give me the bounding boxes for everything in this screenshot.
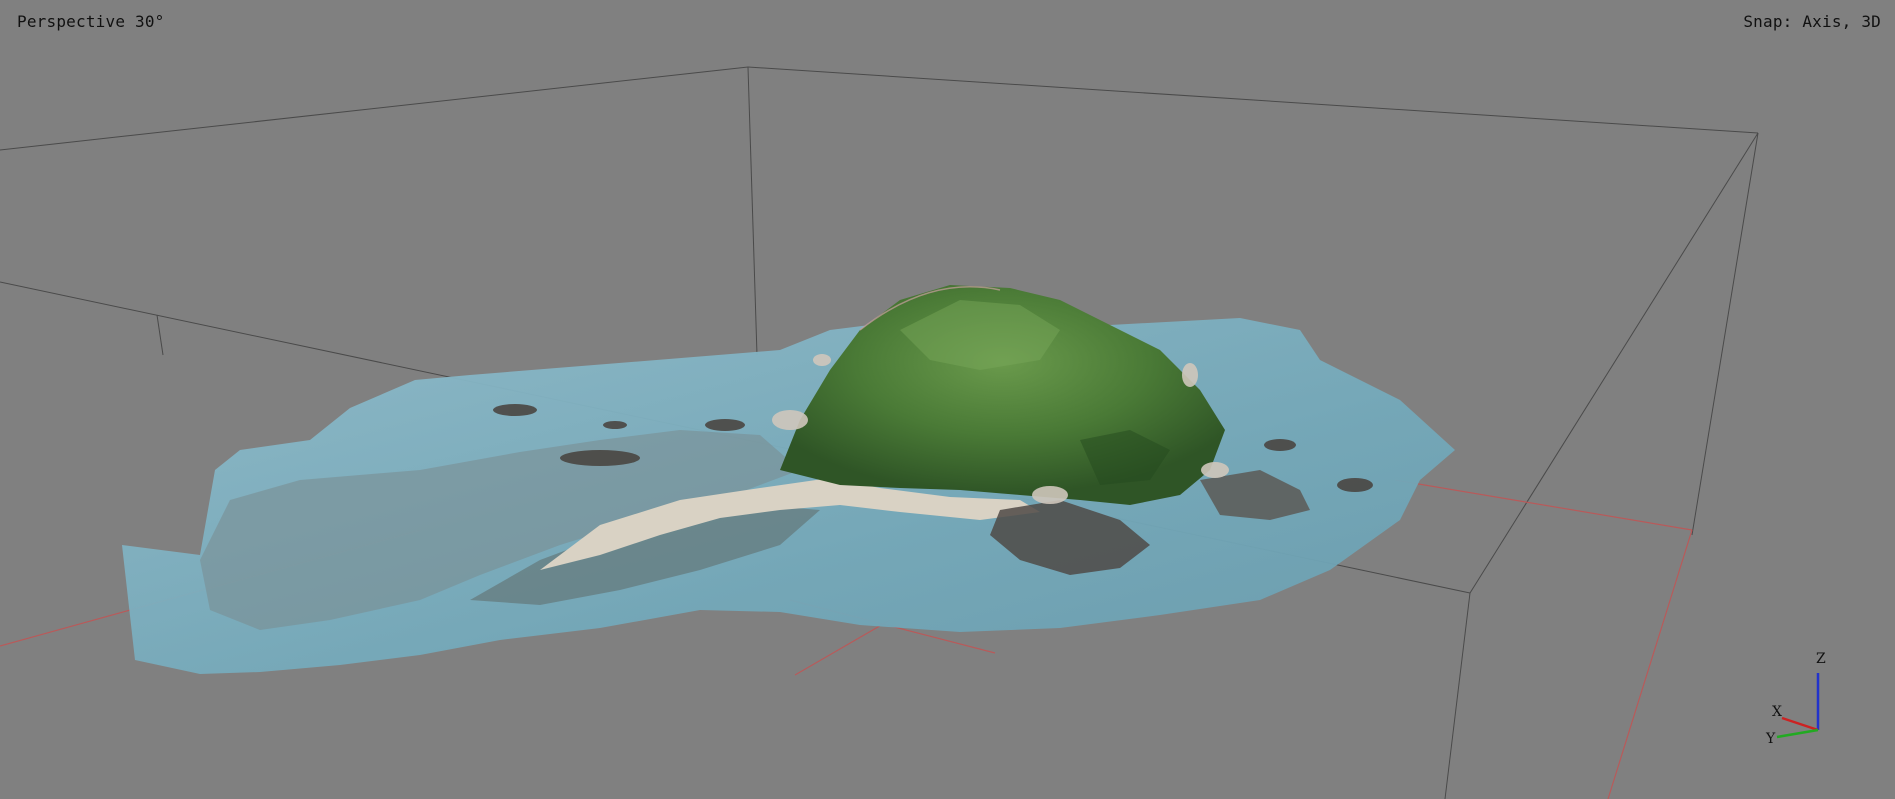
- axis-gizmo[interactable]: Z X Y: [1760, 645, 1830, 745]
- island-mesh[interactable]: [122, 285, 1455, 674]
- y-axis-label: Y: [1765, 731, 1776, 745]
- scene-canvas[interactable]: [0, 0, 1895, 799]
- x-axis-label: X: [1772, 704, 1782, 720]
- snap-mode-label[interactable]: Snap: Axis, 3D: [1743, 12, 1881, 31]
- view-mode-label[interactable]: Perspective 30°: [17, 12, 165, 31]
- y-axis-line: [1776, 728, 1819, 739]
- z-axis-label: Z: [1816, 651, 1826, 667]
- 3d-viewport[interactable]: Perspective 30° Snap: Axis, 3D Z X Y: [0, 0, 1895, 799]
- x-axis-line: [1781, 716, 1819, 732]
